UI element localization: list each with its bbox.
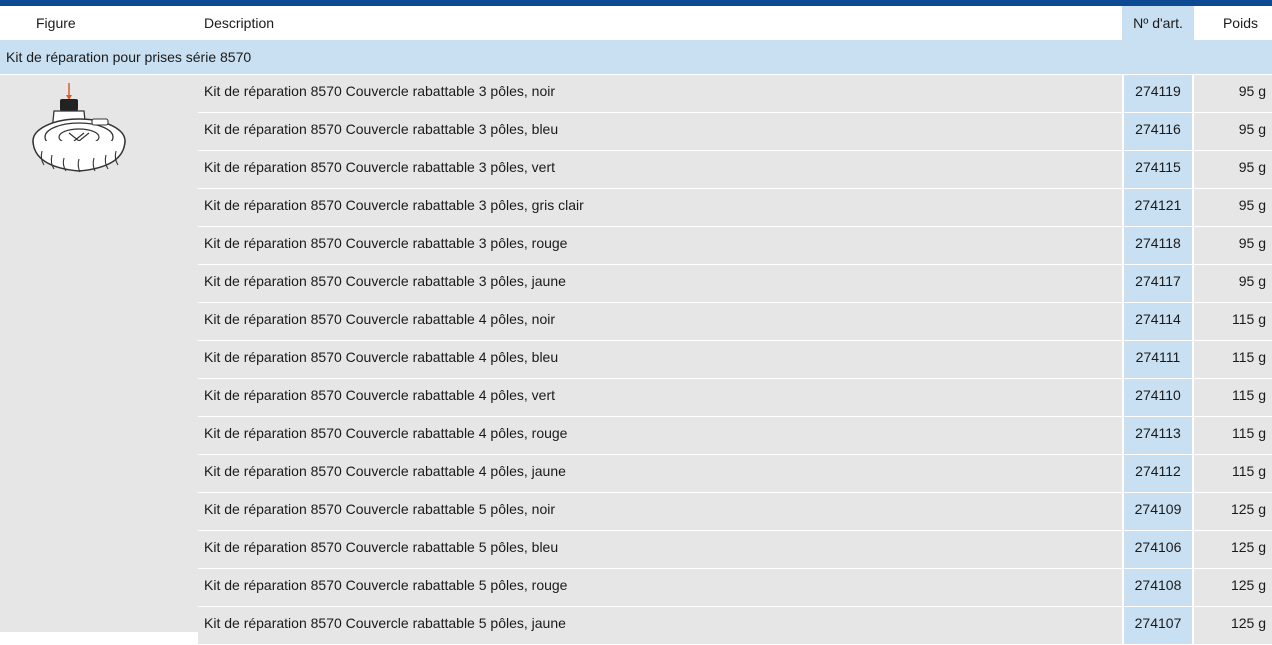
row-description: Kit de réparation 8570 Couvercle rabatta… [198,151,1122,188]
table-row: Kit de réparation 8570 Couvercle rabatta… [198,75,1272,113]
table-row: Kit de réparation 8570 Couvercle rabatta… [198,379,1272,417]
row-article-number: 274113 [1124,417,1192,454]
table-row: Kit de réparation 8570 Couvercle rabatta… [198,303,1272,341]
table-row: Kit de réparation 8570 Couvercle rabatta… [198,607,1272,645]
row-article-number: 274116 [1124,113,1192,150]
row-description: Kit de réparation 8570 Couvercle rabatta… [198,493,1122,530]
row-description: Kit de réparation 8570 Couvercle rabatta… [198,341,1122,378]
row-description: Kit de réparation 8570 Couvercle rabatta… [198,303,1122,340]
table-row: Kit de réparation 8570 Couvercle rabatta… [198,417,1272,455]
row-article-number: 274109 [1124,493,1192,530]
row-weight: 125 g [1194,493,1272,530]
row-article-number: 274108 [1124,569,1192,606]
row-article-number: 274115 [1124,151,1192,188]
row-article-number: 274107 [1124,607,1192,644]
row-article-number: 274106 [1124,531,1192,568]
table-row: Kit de réparation 8570 Couvercle rabatta… [198,569,1272,607]
table-row: Kit de réparation 8570 Couvercle rabatta… [198,341,1272,379]
row-description: Kit de réparation 8570 Couvercle rabatta… [198,569,1122,606]
row-weight: 125 g [1194,569,1272,606]
column-header-description: Description [204,15,275,31]
column-header-weight: Poids [1222,15,1258,31]
table-row: Kit de réparation 8570 Couvercle rabatta… [198,531,1272,569]
table-row: Kit de réparation 8570 Couvercle rabatta… [198,113,1272,151]
table-row: Kit de réparation 8570 Couvercle rabatta… [198,265,1272,303]
row-description: Kit de réparation 8570 Couvercle rabatta… [198,455,1122,492]
table-row: Kit de réparation 8570 Couvercle rabatta… [198,227,1272,265]
row-article-number: 274110 [1124,379,1192,416]
row-description: Kit de réparation 8570 Couvercle rabatta… [198,379,1122,416]
socket-hinged-cover-icon [32,83,126,173]
column-header-article-number: Nº d'art. [1122,6,1194,40]
row-description: Kit de réparation 8570 Couvercle rabatta… [198,189,1122,226]
row-description: Kit de réparation 8570 Couvercle rabatta… [198,227,1122,264]
row-article-number: 274118 [1124,227,1192,264]
table-row: Kit de réparation 8570 Couvercle rabatta… [198,151,1272,189]
product-figure-cell [0,75,198,632]
row-description: Kit de réparation 8570 Couvercle rabatta… [198,531,1122,568]
table-row: Kit de réparation 8570 Couvercle rabatta… [198,493,1272,531]
row-article-number: 274117 [1124,265,1192,302]
table-row: Kit de réparation 8570 Couvercle rabatta… [198,455,1272,493]
row-description: Kit de réparation 8570 Couvercle rabatta… [198,75,1122,112]
row-weight: 115 g [1194,455,1272,492]
row-weight: 95 g [1194,227,1272,264]
row-description: Kit de réparation 8570 Couvercle rabatta… [198,607,1122,644]
row-weight: 115 g [1194,303,1272,340]
group-title: Kit de réparation pour prises série 8570 [0,40,1272,74]
column-header-figure: Figure [36,15,76,31]
row-weight: 115 g [1194,417,1272,454]
row-weight: 125 g [1194,607,1272,644]
row-article-number: 274112 [1124,455,1192,492]
row-weight: 95 g [1194,113,1272,150]
row-weight: 95 g [1194,75,1272,112]
row-article-number: 274114 [1124,303,1192,340]
row-article-number: 274121 [1124,189,1192,226]
table-header: Figure Description Nº d'art. Poids [0,6,1272,40]
row-weight: 95 g [1194,151,1272,188]
row-weight: 95 g [1194,189,1272,226]
row-weight: 115 g [1194,379,1272,416]
row-article-number: 274111 [1124,341,1192,378]
row-weight: 115 g [1194,341,1272,378]
row-description: Kit de réparation 8570 Couvercle rabatta… [198,417,1122,454]
product-rows: Kit de réparation 8570 Couvercle rabatta… [198,75,1272,645]
row-weight: 95 g [1194,265,1272,302]
row-description: Kit de réparation 8570 Couvercle rabatta… [198,265,1122,302]
table-row: Kit de réparation 8570 Couvercle rabatta… [198,189,1272,227]
row-weight: 125 g [1194,531,1272,568]
row-article-number: 274119 [1124,75,1192,112]
row-description: Kit de réparation 8570 Couvercle rabatta… [198,113,1122,150]
